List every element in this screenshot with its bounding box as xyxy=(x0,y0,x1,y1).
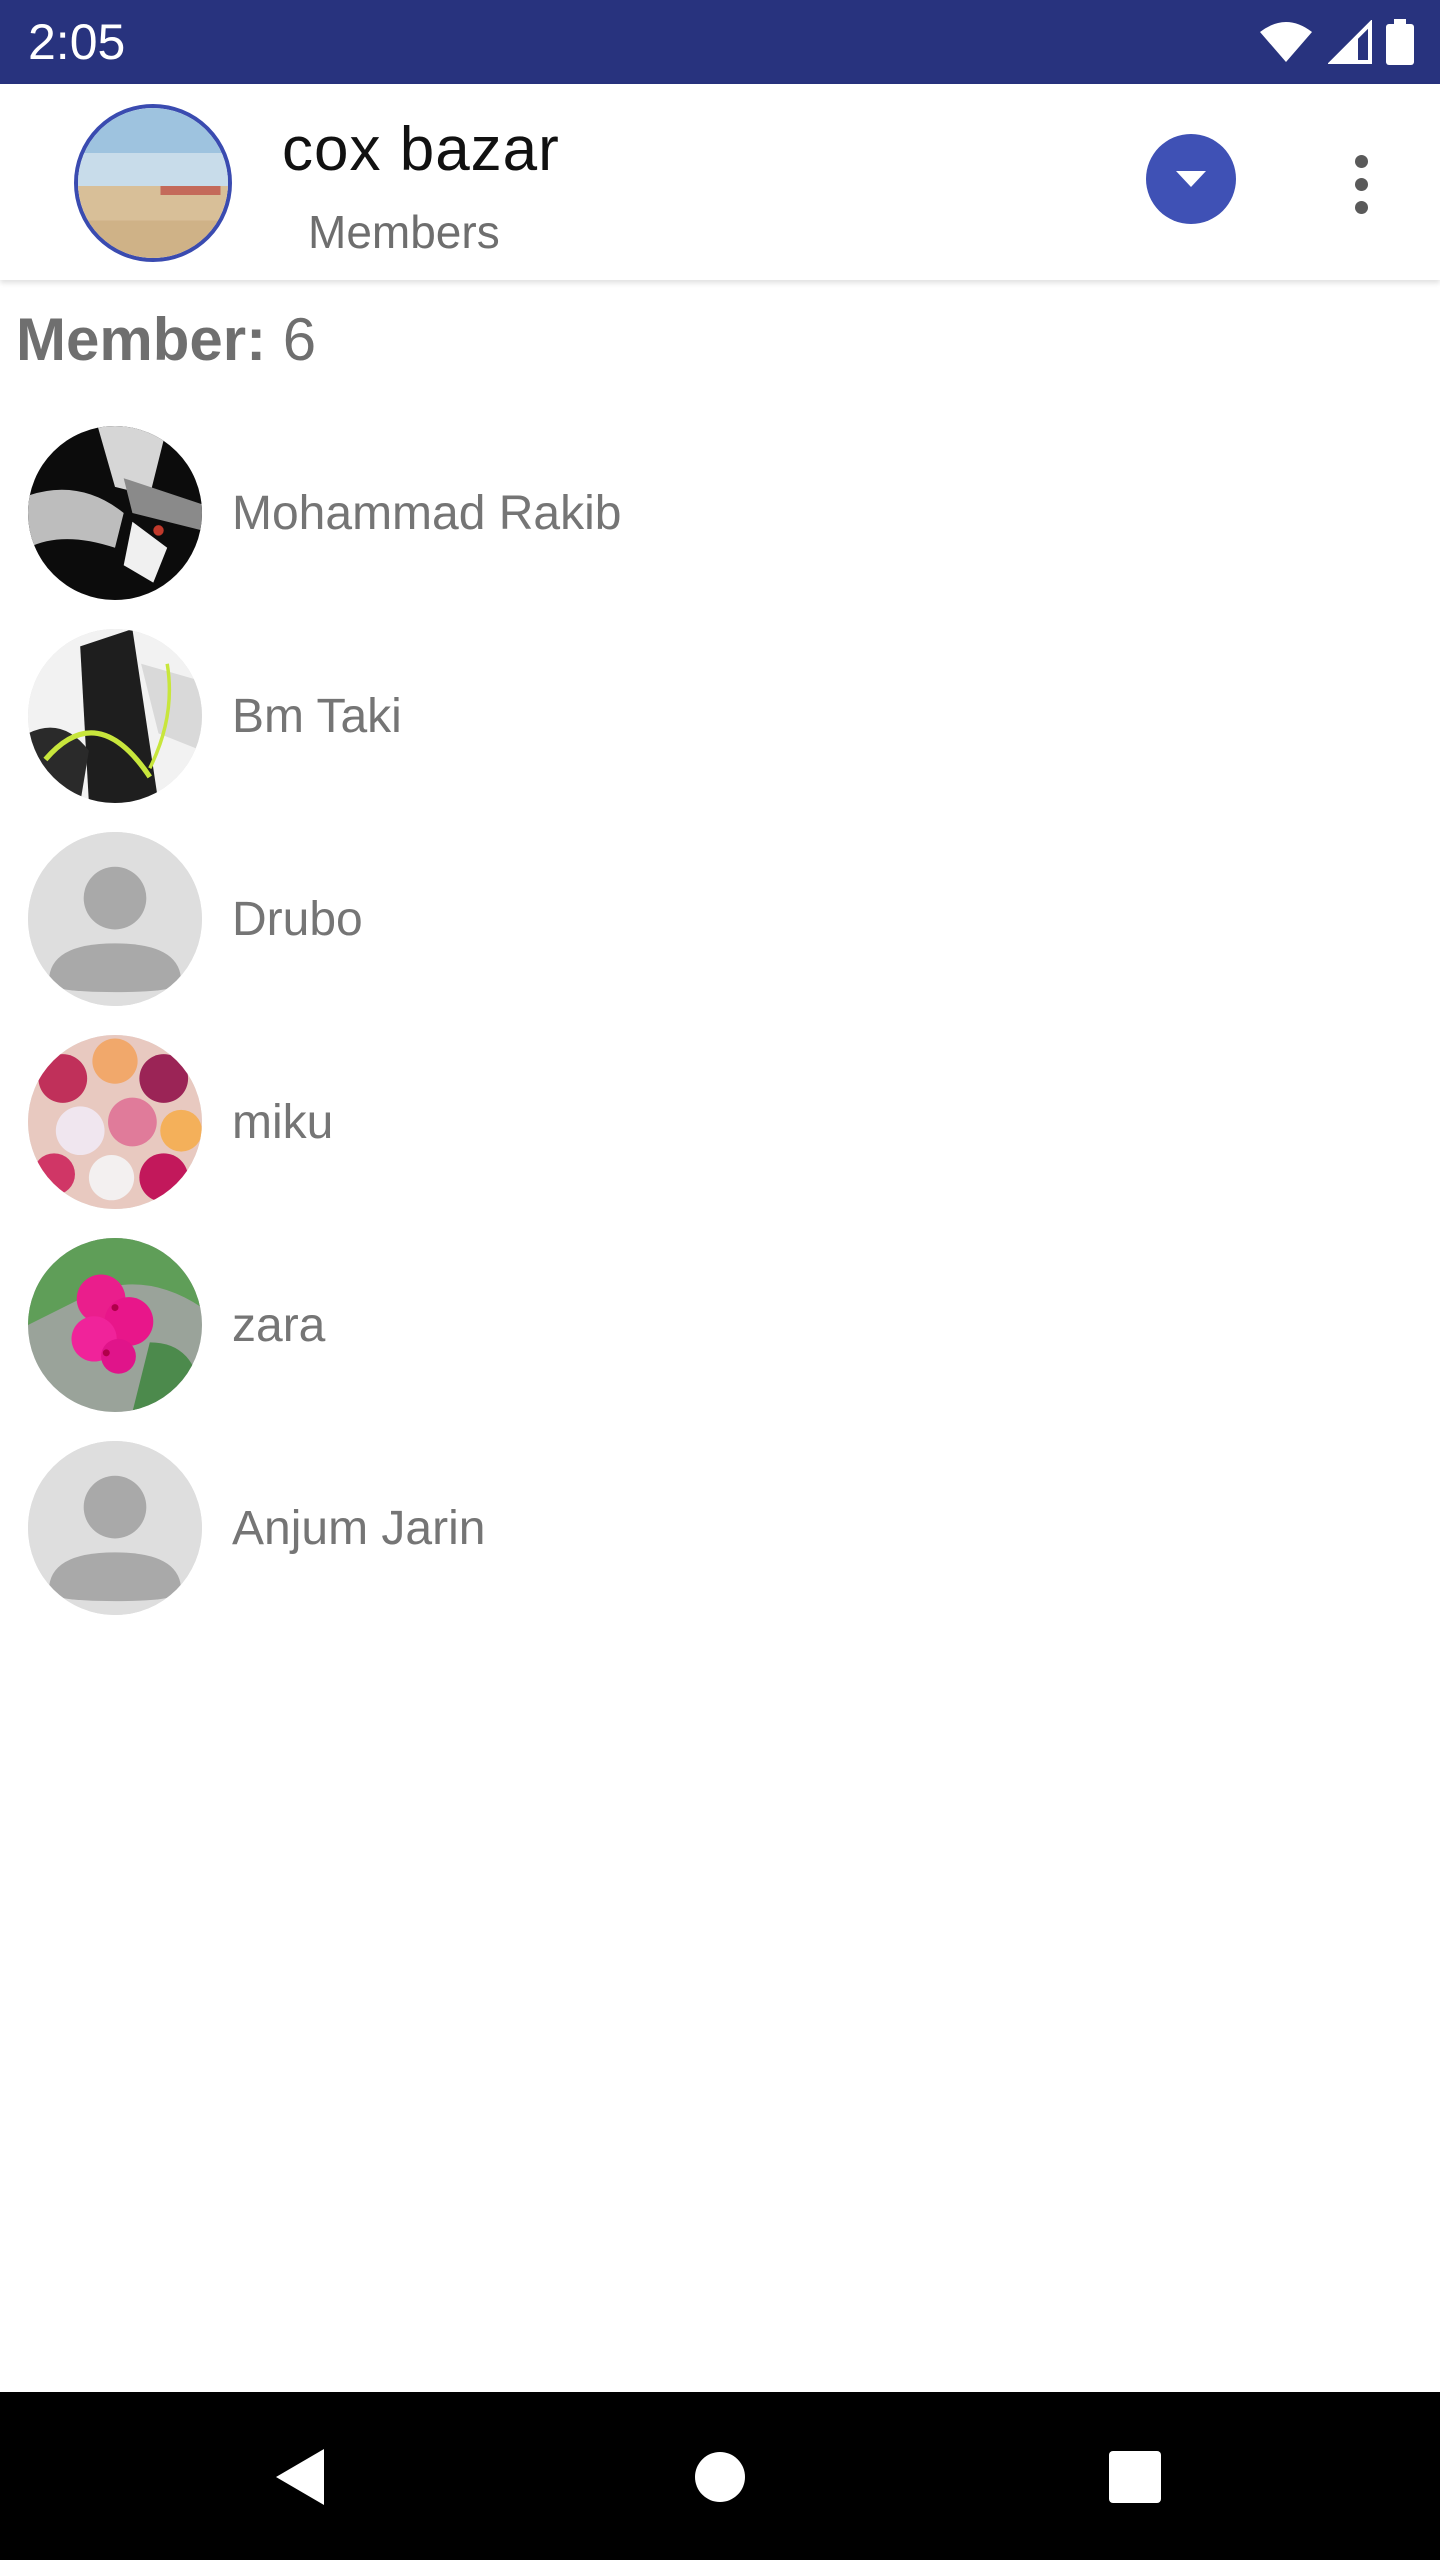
avatar[interactable] xyxy=(28,1238,202,1412)
member-count: Member: 6 xyxy=(16,300,316,380)
avatar[interactable] xyxy=(28,629,202,803)
toolbar: cox bazar Members xyxy=(0,84,1440,280)
list-item[interactable]: Bm Taki xyxy=(0,625,1440,828)
anime-sketch-photo-icon xyxy=(28,629,202,803)
member-name: miku xyxy=(232,1096,334,1149)
chevron-down-icon xyxy=(1176,171,1206,187)
list-item[interactable]: Drubo xyxy=(0,828,1440,1031)
member-name: Anjum Jarin xyxy=(232,1502,486,1555)
group-title: cox bazar xyxy=(282,115,560,184)
member-name: Bm Taki xyxy=(232,690,402,743)
avatar[interactable] xyxy=(28,1035,202,1209)
avatar[interactable] xyxy=(28,426,202,600)
list-item[interactable]: miku xyxy=(0,1031,1440,1234)
status-bar: 2:05 xyxy=(0,0,1440,84)
group-subtitle: Members xyxy=(308,206,500,258)
member-name: Drubo xyxy=(232,893,363,946)
home-icon[interactable] xyxy=(685,2442,755,2512)
signal-icon xyxy=(1328,20,1372,64)
dropdown-button[interactable] xyxy=(1146,134,1236,224)
anime-dark-photo-icon xyxy=(28,426,202,600)
member-name: Mohammad Rakib xyxy=(232,487,622,540)
nav-bar xyxy=(0,2392,1440,2560)
wifi-icon xyxy=(1258,20,1314,64)
member-count-label: Member: xyxy=(16,306,267,373)
beach-photo-icon xyxy=(78,108,228,258)
more-vert-icon[interactable] xyxy=(1336,144,1386,224)
status-time: 2:05 xyxy=(28,14,126,70)
list-item[interactable]: zara xyxy=(0,1234,1440,1437)
list-item[interactable]: Anjum Jarin xyxy=(0,1437,1440,1640)
recents-icon[interactable] xyxy=(1100,2442,1170,2512)
group-avatar[interactable] xyxy=(74,104,232,262)
list-item[interactable]: Mohammad Rakib xyxy=(0,422,1440,625)
battery-icon xyxy=(1386,19,1414,65)
member-list: Mohammad Rakib Bm Taki Drubo miku zara A… xyxy=(0,422,1440,1640)
back-icon[interactable] xyxy=(265,2442,335,2512)
pink-flower-photo-icon xyxy=(28,1238,202,1412)
default-person-icon xyxy=(28,1441,202,1615)
member-count-value: 6 xyxy=(282,306,317,373)
flowers-photo-icon xyxy=(28,1035,202,1209)
member-name: zara xyxy=(232,1299,326,1352)
avatar[interactable] xyxy=(28,1441,202,1615)
status-icons xyxy=(1258,18,1414,66)
avatar[interactable] xyxy=(28,832,202,1006)
default-person-icon xyxy=(28,832,202,1006)
